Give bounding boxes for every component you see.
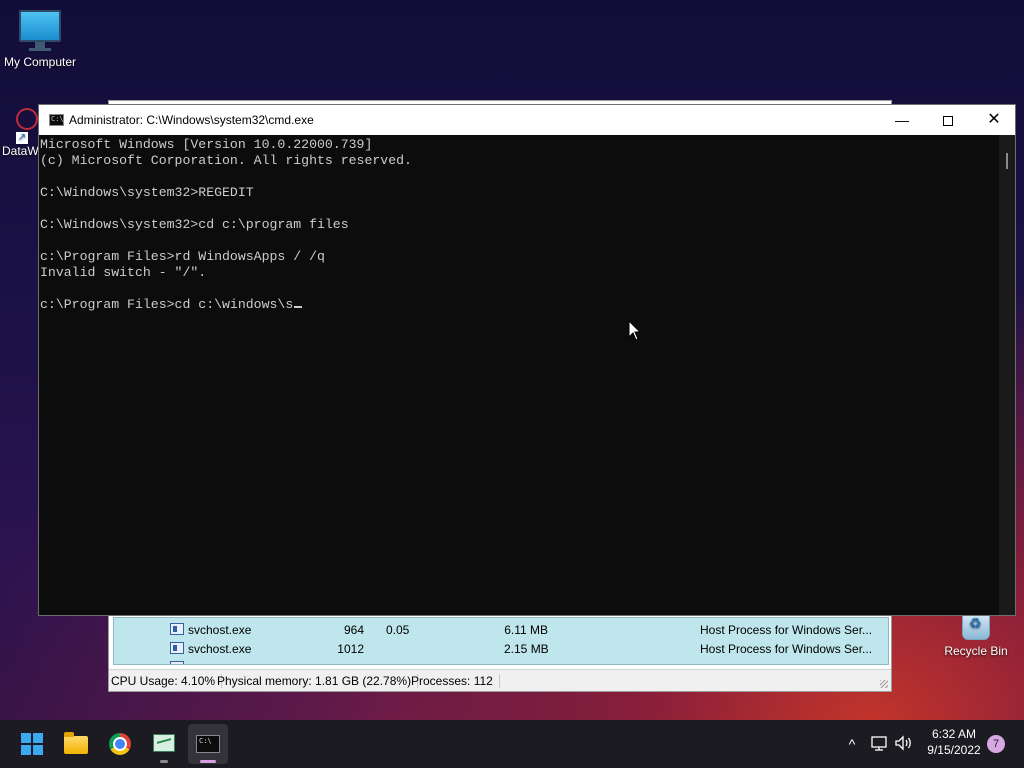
chrome-button[interactable] [100,724,140,764]
physical-memory-status: Physical memory: 1.81 GB (22.78%) [217,674,419,688]
taskbar: C:\ ^ 6:32 AM 9/15/2022 7 [0,720,1024,768]
processes-count-status: Processes: 112 [411,674,500,688]
cmd-title-bar[interactable]: C:\ Administrator: C:\Windows\system32\c… [39,105,1015,135]
process-name: svchost.exe [188,623,252,637]
command-prompt-button[interactable]: C:\ [188,724,228,764]
process-icon [170,642,184,654]
file-explorer-button[interactable] [56,724,96,764]
windows-logo-icon [21,733,43,755]
close-button[interactable]: ✕ [971,105,1017,135]
dataw-label: DataW [2,144,39,158]
process-cpu: 0.05 [386,623,410,637]
network-icon[interactable] [870,734,888,752]
console-line: c:\Program Files>rd WindowsApps / /q [40,249,325,264]
active-indicator [200,760,216,763]
command-prompt-window[interactable]: C:\ Administrator: C:\Windows\system32\c… [38,104,1016,616]
dataw-icon: ↗ [11,103,43,144]
table-row[interactable]: svchost.exe 1012 2.15 MB Host Process fo… [114,639,888,658]
process-memory: 2.15 MB [504,642,549,656]
monitor-icon [19,10,61,48]
scrollbar-thumb[interactable] [1006,153,1008,169]
cmd-app-icon[interactable]: C:\ [49,114,64,126]
show-hidden-icons-chevron-icon[interactable]: ^ [842,732,862,756]
console-line: (c) Microsoft Corporation. All rights re… [40,153,412,168]
mouse-pointer-icon [628,320,642,341]
clock-date: 9/15/2022 [927,743,981,757]
console-line: Invalid switch - "/". [40,265,207,280]
maximize-icon [943,116,953,127]
window-title: Administrator: C:\Windows\system32\cmd.e… [69,113,314,127]
system-clock[interactable]: 6:32 AM 9/15/2022 [918,726,990,758]
task-manager-icon [153,734,175,752]
text-cursor [294,306,303,308]
process-pid: 964 [343,623,364,637]
recycle-bin-label: Recycle Bin [944,644,1008,658]
console-line: Microsoft Windows [Version 10.0.22000.73… [40,137,373,152]
console-line: C:\Windows\system32>cd c:\program files [40,217,349,232]
task-manager-button[interactable] [144,724,184,764]
folder-icon [64,732,88,754]
chrome-icon [109,733,131,755]
maximize-button[interactable] [925,105,971,135]
task-manager-status-bar: CPU Usage: 4.10% Physical memory: 1.81 G… [109,669,891,691]
process-icon [170,661,184,664]
dataw-desktop-icon[interactable]: ↗ DataW [0,103,43,158]
vertical-scrollbar[interactable] [999,135,1015,615]
command-prompt-icon: C:\ [196,735,220,753]
process-description: Host Process for Windows Ser... [700,642,873,656]
resize-grip[interactable] [880,680,888,688]
process-memory: 6.11 MB [504,623,548,637]
console-output[interactable]: Microsoft Windows [Version 10.0.22000.73… [39,135,1001,615]
start-button[interactable] [12,724,52,764]
shortcut-arrow-icon: ↗ [16,132,28,144]
console-line: c:\Program Files>cd c:\windows\s [40,297,1000,313]
clock-time: 6:32 AM [931,727,977,741]
running-indicator [160,760,168,763]
process-icon [170,623,184,635]
my-computer-desktop-icon[interactable]: My Computer [0,10,80,69]
process-name: svchost.exe [188,642,252,656]
notification-badge[interactable]: 7 [987,735,1005,753]
process-pid: 1012 [337,642,364,656]
process-description: Host Process for Windows Ser... [700,623,873,637]
process-list[interactable]: svchost.exe 964 0.05 6.11 MB Host Proces… [113,617,889,665]
volume-icon[interactable] [894,734,914,752]
minimize-button[interactable]: — [879,105,925,135]
cpu-usage-status: CPU Usage: 4.10% [111,674,223,688]
console-line: C:\Windows\system32>REGEDIT [40,185,254,200]
my-computer-label: My Computer [3,55,77,69]
table-row[interactable] [114,658,888,664]
table-row[interactable]: svchost.exe 964 0.05 6.11 MB Host Proces… [114,620,888,639]
